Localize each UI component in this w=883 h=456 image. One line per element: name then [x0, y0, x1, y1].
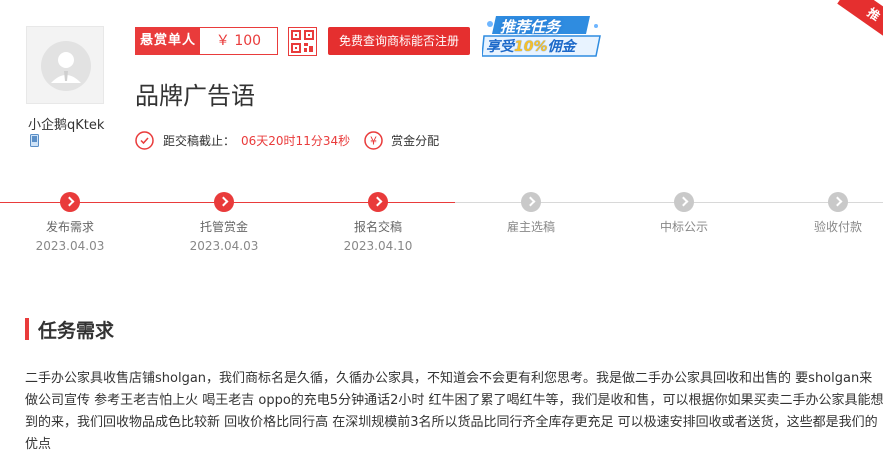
step-check-icon	[521, 192, 541, 212]
promo-commission-rate: 10%	[514, 39, 548, 55]
step-check-icon	[368, 192, 388, 212]
step-label: 报名交稿	[353, 220, 402, 234]
promo-subtitle: 享受10%佣金	[486, 36, 576, 56]
promo-title: 推荐任务	[500, 18, 561, 36]
promo-subtitle-suffix: 佣金	[547, 39, 576, 55]
bounty-label: 悬赏单人	[136, 28, 200, 54]
task-title: 品牌广告语	[135, 82, 255, 110]
step-label: 雇主选稿	[506, 220, 555, 234]
recommend-task-promo[interactable]: 推荐任务 享受10%佣金	[482, 14, 604, 58]
svg-text:¥: ¥	[370, 134, 377, 147]
deadline-row: 距交稿截止： 06天20时11分34秒 ¥ 赏金分配	[135, 129, 439, 151]
mobile-phone-icon	[30, 134, 39, 147]
step-date: 2023.04.03	[189, 239, 259, 253]
username-link[interactable]: 小企鹅qKtek	[28, 114, 138, 133]
step-label: 验收付款	[813, 220, 862, 234]
bounty-badge: 悬赏单人 ￥ 100	[135, 27, 278, 55]
timeline-step: 雇主选稿	[481, 190, 581, 239]
step-check-icon	[828, 192, 848, 212]
step-check-icon	[214, 192, 234, 212]
step-label: 发布需求	[45, 220, 94, 234]
step-check-icon	[60, 192, 80, 212]
step-date: 2023.04.03	[35, 239, 105, 253]
user-avatar[interactable]	[26, 26, 104, 104]
clock-icon	[135, 130, 154, 150]
section-title: 任务需求	[38, 320, 115, 342]
money-bag-icon: ¥	[364, 130, 383, 150]
default-avatar-icon	[41, 41, 91, 91]
qr-code-icon[interactable]	[288, 27, 317, 56]
timeline-step: 验收付款	[788, 190, 883, 239]
timeline-step: 报名交稿 2023.04.10	[328, 190, 428, 253]
timeline-step: 中标公示	[634, 190, 734, 239]
bounty-amount: ￥ 100	[215, 33, 262, 49]
section-accent-bar	[25, 318, 29, 340]
task-description: 二手办公家具收售店铺sholgan，我们商标名是久循，久循办公家具，不知道会不会…	[25, 371, 883, 452]
reward-mode-label: 赏金分配	[391, 133, 440, 148]
deadline-label: 距交稿截止：	[163, 133, 236, 148]
step-label: 中标公示	[659, 220, 708, 234]
step-date: 2023.04.10	[343, 239, 413, 253]
promo-subtitle-prefix: 享受	[486, 39, 514, 55]
deadline-countdown: 06天20时11分34秒	[241, 133, 351, 148]
step-check-icon	[674, 192, 694, 212]
timeline-step: 发布需求 2023.04.03	[20, 190, 120, 253]
corner-ribbon-label: 推	[837, 0, 883, 42]
corner-ribbon: 推	[833, 0, 883, 42]
free-trademark-query-button[interactable]: 免费查询商标能否注册	[328, 27, 470, 55]
task-progress-timeline: 发布需求 2023.04.03 托管赏金 2023.04.03 报名交稿 202…	[0, 190, 883, 270]
step-label: 托管赏金	[199, 220, 248, 234]
timeline-step: 托管赏金 2023.04.03	[174, 190, 274, 253]
